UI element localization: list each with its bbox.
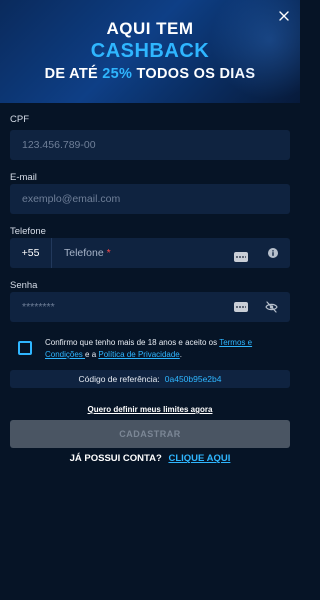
country-code-selector[interactable]: +55 [10,238,52,268]
cpf-field-container [10,130,290,160]
consent-row: Confirmo que tenho mais de 18 anos e ace… [10,334,290,364]
consent-text-pre: Confirmo que tenho mais de 18 anos e ace… [45,338,220,347]
cpf-label: CPF [10,114,29,125]
login-question: JÁ POSSUI CONTA? [69,453,162,464]
consent-checkbox[interactable] [18,341,32,355]
register-button[interactable]: CADASTRAR [10,420,290,448]
referral-code-box[interactable]: Código de referência: 0a450b95e2b4 [10,370,290,388]
phone-label: Telefone [10,226,46,237]
phone-input[interactable]: Telefone * [52,247,111,259]
keyboard-icon[interactable] [234,252,248,262]
phone-placeholder: Telefone [64,247,104,259]
close-icon [279,11,289,21]
cashback-banner: AQUI TEM CASHBACK DE ATÉ 25% TODOS OS DI… [0,0,300,103]
close-button[interactable] [276,8,292,24]
banner-line-2: CASHBACK [90,40,210,62]
required-mark: * [106,247,111,259]
privacy-link[interactable]: Política de Privacidade [98,350,179,359]
referral-code: 0a450b95e2b4 [164,374,222,384]
password-field-container [10,292,290,322]
banner-highlight: 25% [102,66,133,82]
login-prompt: JÁ POSSUI CONTA? CLIQUE AQUI [0,453,300,464]
banner-line-3: DE ATÉ 25% TODOS OS DIAS [0,66,300,82]
email-label: E-mail [10,172,37,183]
consent-text: Confirmo que tenho mais de 18 anos e ace… [45,337,290,361]
password-label: Senha [10,280,38,291]
email-input[interactable] [10,184,290,214]
email-field-container [10,184,290,214]
phone-field[interactable]: +55 Telefone * [10,238,290,268]
banner-line-3-pre: DE ATÉ [44,66,103,82]
cpf-input[interactable] [10,130,290,160]
info-icon[interactable] [268,248,278,258]
password-input[interactable] [10,292,290,322]
referral-label: Código de referência: [78,374,160,384]
consent-text-post: . [179,350,182,359]
keyboard-icon[interactable] [234,302,248,312]
login-link[interactable]: CLIQUE AQUI [168,453,230,464]
banner-line-1: AQUI TEM [106,19,194,38]
set-limits-link[interactable]: Quero definir meus limites agora [0,405,300,414]
eye-off-icon[interactable] [265,301,278,313]
consent-text-mid: e a [85,350,99,359]
banner-line-3-post: TODOS OS DIAS [132,66,256,82]
